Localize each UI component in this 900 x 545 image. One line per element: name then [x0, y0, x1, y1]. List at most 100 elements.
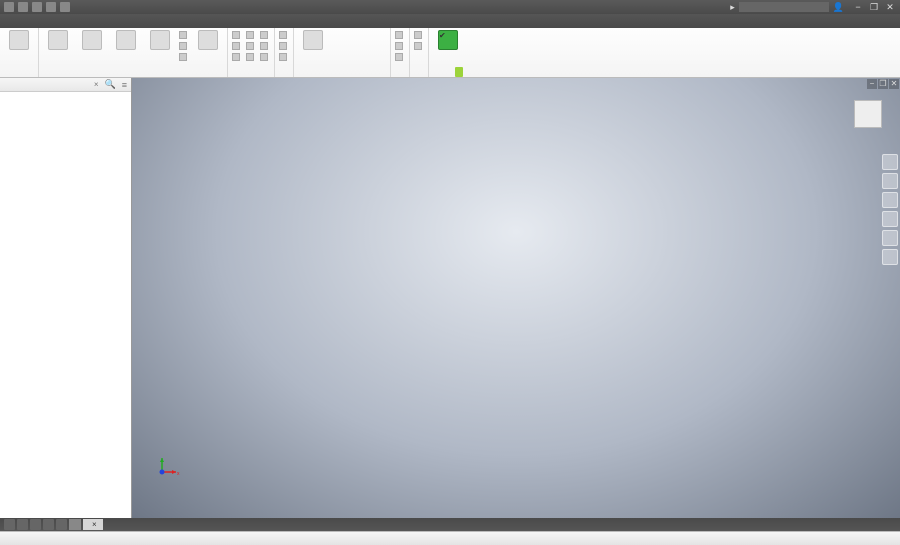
insert-image-button[interactable] — [395, 30, 405, 40]
arc-icon — [116, 30, 136, 50]
help-search-input[interactable] — [739, 2, 829, 12]
rotate-icon — [232, 53, 240, 61]
copy-button[interactable] — [232, 41, 242, 51]
trim-button[interactable] — [246, 30, 256, 40]
text-button[interactable] — [179, 41, 189, 51]
offset-icon — [260, 53, 268, 61]
arc-button[interactable] — [111, 30, 141, 51]
exit-sketch-button[interactable] — [455, 67, 463, 77]
window-restore[interactable]: ❐ — [868, 2, 880, 13]
stretch-button[interactable] — [260, 41, 270, 51]
title-bar: ▸ 👤 − ❐ ✕ — [0, 0, 900, 14]
extend-button[interactable] — [246, 41, 256, 51]
project-geometry-button[interactable] — [193, 30, 223, 51]
ribbon-group-label — [395, 76, 405, 77]
browser-header: × 🔍 ≡ — [0, 78, 131, 92]
copy-icon — [232, 42, 240, 50]
user-icon[interactable]: 👤 — [833, 2, 844, 13]
insert-points-button[interactable] — [395, 41, 405, 51]
doctab-icon[interactable] — [30, 519, 41, 530]
tab-digit-wheel[interactable]: × — [83, 519, 103, 530]
ribbon-group-create — [39, 28, 228, 77]
point-button[interactable] — [179, 52, 189, 62]
search-icon[interactable]: ▸ — [730, 2, 735, 13]
browser-search-icon[interactable]: 🔍 — [105, 79, 116, 90]
scale-button[interactable] — [260, 30, 270, 40]
fillet-button[interactable] — [179, 30, 189, 40]
mirror-icon — [279, 53, 287, 61]
format-icon — [414, 31, 422, 39]
scale-icon — [260, 31, 268, 39]
acad-icon — [395, 53, 403, 61]
ribbon-group-label — [232, 76, 270, 77]
circular-pattern-button[interactable] — [279, 41, 289, 51]
ribbon-group-label — [414, 76, 424, 77]
doctab-icon[interactable] — [17, 519, 28, 530]
circle-icon — [82, 30, 102, 50]
circle-button[interactable] — [77, 30, 107, 51]
finish-sketch-icon: ✔ — [438, 30, 458, 50]
ribbon-group-label — [4, 76, 34, 77]
sketch-geometry — [132, 78, 900, 518]
mirror-button[interactable] — [279, 52, 289, 62]
window-minimize[interactable]: − — [852, 2, 864, 12]
qat-redo-icon[interactable] — [60, 2, 70, 12]
qat-save-icon[interactable] — [32, 2, 42, 12]
qat-app-icon[interactable] — [4, 2, 14, 12]
ribbon-group-modify — [228, 28, 275, 77]
split-button[interactable] — [246, 52, 256, 62]
browser-close-icon[interactable]: × — [94, 80, 99, 89]
text-icon — [179, 42, 187, 50]
rect-pattern-icon — [279, 31, 287, 39]
ribbon: ✔ — [0, 28, 900, 78]
rectangular-pattern-button[interactable] — [279, 30, 289, 40]
rotate-button[interactable] — [232, 52, 242, 62]
tab-my-home[interactable] — [69, 519, 81, 530]
doctab-icon[interactable] — [43, 519, 54, 530]
qat-undo-icon[interactable] — [46, 2, 56, 12]
move-icon — [232, 31, 240, 39]
dimension-icon — [303, 30, 323, 50]
qat-open-icon[interactable] — [18, 2, 28, 12]
split-icon — [246, 53, 254, 61]
format-button[interactable] — [414, 30, 424, 40]
offset-button[interactable] — [260, 52, 270, 62]
ribbon-group-format — [410, 28, 429, 77]
ribbon-group-label — [279, 76, 289, 77]
finish-sketch-button[interactable]: ✔ — [433, 30, 463, 51]
model-browser: × 🔍 ≡ — [0, 78, 132, 518]
window-close[interactable]: ✕ — [884, 2, 896, 13]
ribbon-group-constrain — [294, 28, 391, 77]
document-tabs: × — [0, 518, 900, 531]
svg-text:x: x — [177, 471, 180, 477]
ribbon-group-insert — [391, 28, 410, 77]
doctab-icon[interactable] — [56, 519, 67, 530]
browser-menu-icon[interactable]: ≡ — [122, 80, 127, 90]
model-tree[interactable] — [0, 92, 131, 518]
sketch-canvas[interactable]: − ❐ ✕ x — [132, 78, 900, 518]
ribbon-group-exit: ✔ — [429, 28, 467, 77]
dimension-button[interactable] — [298, 30, 328, 51]
ribbon-group-label — [43, 76, 223, 77]
ribbon-group-sketch — [0, 28, 39, 77]
tab-close-icon[interactable]: × — [92, 519, 97, 530]
start-2d-sketch-icon — [9, 30, 29, 50]
ribbon-group-pattern — [275, 28, 294, 77]
points-icon — [395, 42, 403, 50]
rectangle-button[interactable] — [145, 30, 175, 51]
show-format-button[interactable] — [414, 41, 424, 51]
extend-icon — [246, 42, 254, 50]
fillet-icon — [179, 31, 187, 39]
project-icon — [198, 30, 218, 50]
ribbon-group-label — [298, 76, 386, 77]
start-2d-sketch-button[interactable] — [4, 30, 34, 51]
ribbon-tabs — [0, 14, 900, 28]
circ-pattern-icon — [279, 42, 287, 50]
move-button[interactable] — [232, 30, 242, 40]
axis-triad: x — [154, 454, 180, 480]
line-button[interactable] — [43, 30, 73, 51]
line-icon — [48, 30, 68, 50]
insert-acad-button[interactable] — [395, 52, 405, 62]
show-format-icon — [414, 42, 422, 50]
doctab-icon[interactable] — [4, 519, 15, 530]
